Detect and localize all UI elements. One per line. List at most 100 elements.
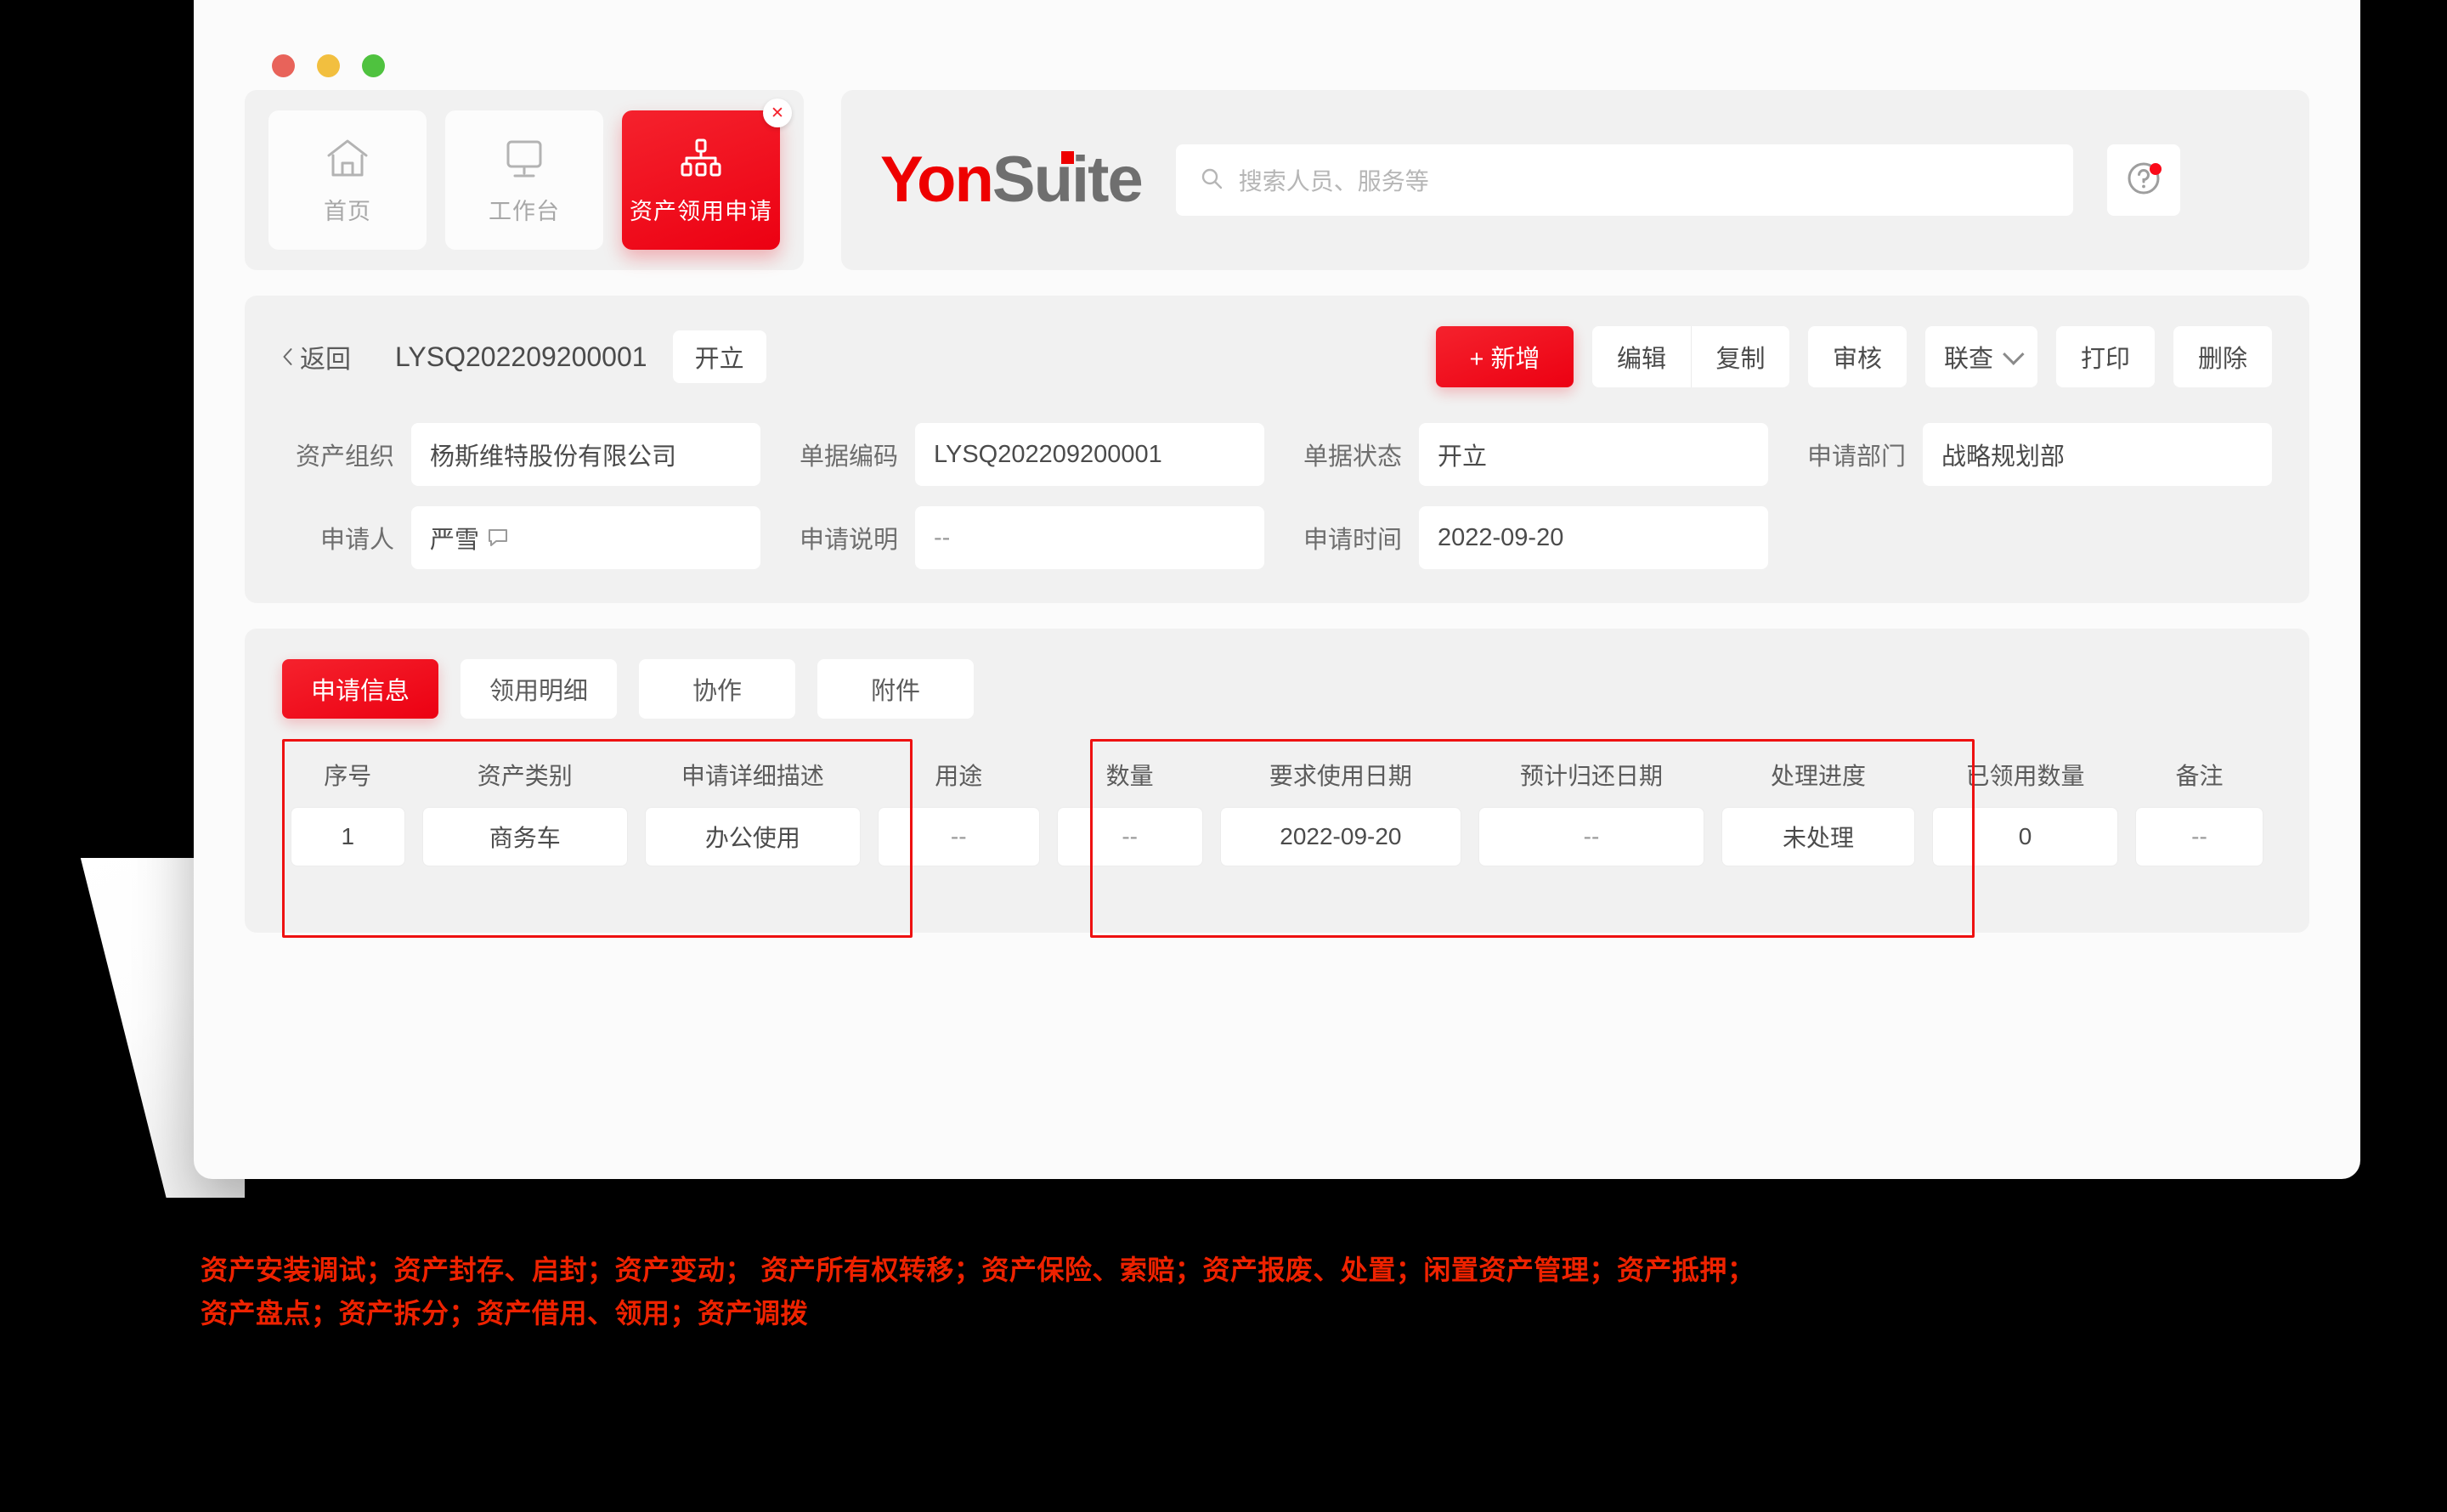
subtab-requisition-details[interactable]: 领用明细 bbox=[461, 659, 617, 719]
cell-asset-type-wrap: 商务车 bbox=[414, 807, 636, 882]
field-doc-status-value[interactable]: 开立 bbox=[1419, 423, 1768, 486]
logo-i-dot bbox=[1061, 151, 1074, 164]
subtab-application-info-label: 申请信息 bbox=[311, 671, 410, 707]
field-apply-note-value[interactable]: -- bbox=[915, 506, 1264, 569]
back-button-label: 返回 bbox=[300, 338, 351, 375]
print-button-label: 打印 bbox=[2081, 339, 2130, 375]
col-received-qty: 已领用数量 bbox=[1924, 739, 2127, 807]
annotation-caption: 资产安装调试；资产封存、启封；资产变动； 资产所有权转移；资产保险、索赔；资产报… bbox=[201, 1253, 2155, 1340]
detail-sub-tabs: 申请信息 领用明细 协作 附件 bbox=[282, 659, 2272, 719]
review-button[interactable]: 审核 bbox=[1808, 326, 1907, 387]
field-applicant: 申请人 严雪 bbox=[282, 506, 760, 569]
cell-required-date-wrap: 2022-09-20 bbox=[1212, 807, 1470, 882]
notification-dot bbox=[2150, 163, 2162, 175]
monitor-icon bbox=[500, 135, 548, 183]
window-controls bbox=[272, 54, 385, 77]
subtab-attachments-label: 附件 bbox=[871, 671, 920, 707]
review-button-label: 审核 bbox=[1833, 339, 1882, 375]
minimize-window-button[interactable] bbox=[317, 54, 340, 77]
subtab-requisition-details-label: 领用明细 bbox=[489, 671, 588, 707]
field-apply-note-label: 申请说明 bbox=[786, 520, 898, 556]
tab-asset-requisition-label: 资产领用申请 bbox=[630, 193, 772, 226]
field-spacer bbox=[1794, 506, 2272, 569]
top-zone: 首页 工作台 ✕ bbox=[194, 90, 2360, 270]
logo-yon: Yon bbox=[880, 144, 992, 216]
tab-workbench-label: 工作台 bbox=[489, 193, 560, 226]
cell-return-date-wrap: -- bbox=[1470, 807, 1713, 882]
print-button[interactable]: 打印 bbox=[2056, 326, 2155, 387]
table-header-row: 序号 资产类别 申请详细描述 用途 数量 要求使用日期 预计归还日期 处理进度 … bbox=[282, 739, 2272, 807]
app-window: 首页 工作台 ✕ bbox=[194, 0, 2360, 1179]
cell-quantity[interactable]: -- bbox=[1057, 807, 1203, 866]
search-input[interactable]: 搜索人员、服务等 bbox=[1176, 144, 2073, 216]
cell-remark-wrap: -- bbox=[2127, 807, 2272, 882]
field-doc-status-label: 单据状态 bbox=[1290, 437, 1402, 472]
help-button[interactable] bbox=[2107, 144, 2180, 216]
chat-icon bbox=[488, 528, 508, 547]
window-titlebar bbox=[194, 0, 2360, 90]
add-button[interactable]: + 新增 bbox=[1436, 326, 1574, 387]
cell-purpose[interactable]: -- bbox=[878, 807, 1040, 866]
cell-index-wrap: 1 bbox=[282, 807, 414, 882]
sitemap-icon bbox=[677, 135, 725, 183]
search-icon bbox=[1200, 166, 1224, 195]
app-tab-bar: 首页 工作台 ✕ bbox=[245, 90, 804, 270]
chevron-left-icon bbox=[282, 347, 293, 366]
edit-button[interactable]: 编辑 bbox=[1592, 326, 1691, 387]
document-toolbar: 返回 LYSQ202209200001 开立 + 新增 编辑 复制 审核 bbox=[282, 324, 2272, 389]
field-applicant-value[interactable]: 严雪 bbox=[411, 506, 760, 569]
app-header: YonSuite 搜索人员、服务等 bbox=[841, 90, 2309, 270]
detail-panel: 申请信息 领用明细 协作 附件 bbox=[245, 629, 2309, 933]
col-remark: 备注 bbox=[2127, 739, 2272, 807]
cell-remark[interactable]: -- bbox=[2135, 807, 2263, 866]
col-asset-type: 资产类别 bbox=[414, 739, 636, 807]
tab-asset-requisition[interactable]: ✕ 资产领用申请 bbox=[622, 110, 780, 250]
cell-required-date[interactable]: 2022-09-20 bbox=[1220, 807, 1461, 866]
cell-index[interactable]: 1 bbox=[291, 807, 405, 866]
related-query-dropdown[interactable]: 联查 bbox=[1925, 326, 2037, 387]
yonsuite-logo: YonSuite bbox=[880, 148, 1142, 212]
field-apply-dept: 申请部门 战略规划部 bbox=[1794, 423, 2272, 486]
cell-asset-type[interactable]: 商务车 bbox=[422, 807, 628, 866]
toolbar-actions: + 新增 编辑 复制 审核 联查 bbox=[1436, 326, 2272, 387]
copy-button-label: 复制 bbox=[1715, 339, 1765, 375]
field-doc-code-label: 单据编码 bbox=[786, 437, 898, 472]
field-asset-org-label: 资产组织 bbox=[282, 437, 394, 472]
field-doc-code-value[interactable]: LYSQ202209200001 bbox=[915, 423, 1264, 486]
table-row: 1 商务车 办公使用 -- -- bbox=[282, 807, 2272, 882]
chevron-down-icon bbox=[2003, 343, 2024, 364]
field-apply-time: 申请时间 2022-09-20 bbox=[1290, 506, 1768, 569]
cell-quantity-wrap: -- bbox=[1048, 807, 1212, 882]
cell-received-qty-wrap: 0 bbox=[1924, 807, 2127, 882]
edit-copy-button-group: 编辑 复制 bbox=[1592, 326, 1789, 387]
field-apply-dept-value[interactable]: 战略规划部 bbox=[1923, 423, 2272, 486]
delete-button[interactable]: 删除 bbox=[2173, 326, 2272, 387]
field-asset-org: 资产组织 杨斯维特股份有限公司 bbox=[282, 423, 760, 486]
field-asset-org-value[interactable]: 杨斯维特股份有限公司 bbox=[411, 423, 760, 486]
copy-button[interactable]: 复制 bbox=[1691, 326, 1789, 387]
cell-received-qty[interactable]: 0 bbox=[1932, 807, 2118, 866]
caption-line-1: 资产安装调试；资产封存、启封；资产变动； 资产所有权转移；资产保险、索赔；资产报… bbox=[201, 1253, 2155, 1288]
home-icon bbox=[324, 135, 371, 183]
subtab-attachments[interactable]: 附件 bbox=[817, 659, 974, 719]
field-applicant-text: 严雪 bbox=[430, 520, 479, 556]
tab-home[interactable]: 首页 bbox=[268, 110, 427, 250]
field-doc-code: 单据编码 LYSQ202209200001 bbox=[786, 423, 1264, 486]
col-progress: 处理进度 bbox=[1713, 739, 1924, 807]
add-button-label: + 新增 bbox=[1469, 339, 1540, 375]
cell-return-date[interactable]: -- bbox=[1478, 807, 1704, 866]
cell-progress[interactable]: 未处理 bbox=[1721, 807, 1915, 866]
field-doc-status: 单据状态 开立 bbox=[1290, 423, 1768, 486]
cell-description[interactable]: 办公使用 bbox=[645, 807, 861, 866]
close-window-button[interactable] bbox=[272, 54, 295, 77]
maximize-window-button[interactable] bbox=[362, 54, 385, 77]
search-placeholder-text: 搜索人员、服务等 bbox=[1239, 163, 1429, 197]
subtab-collaboration[interactable]: 协作 bbox=[639, 659, 795, 719]
back-button[interactable]: 返回 bbox=[282, 338, 351, 375]
field-apply-dept-label: 申请部门 bbox=[1794, 437, 1906, 472]
caption-line-2: 资产盘点；资产拆分；资产借用、领用；资产调拨 bbox=[201, 1296, 2155, 1331]
tab-workbench[interactable]: 工作台 bbox=[445, 110, 603, 250]
field-apply-time-value[interactable]: 2022-09-20 bbox=[1419, 506, 1768, 569]
subtab-application-info[interactable]: 申请信息 bbox=[282, 659, 438, 719]
close-icon[interactable]: ✕ bbox=[763, 99, 792, 127]
